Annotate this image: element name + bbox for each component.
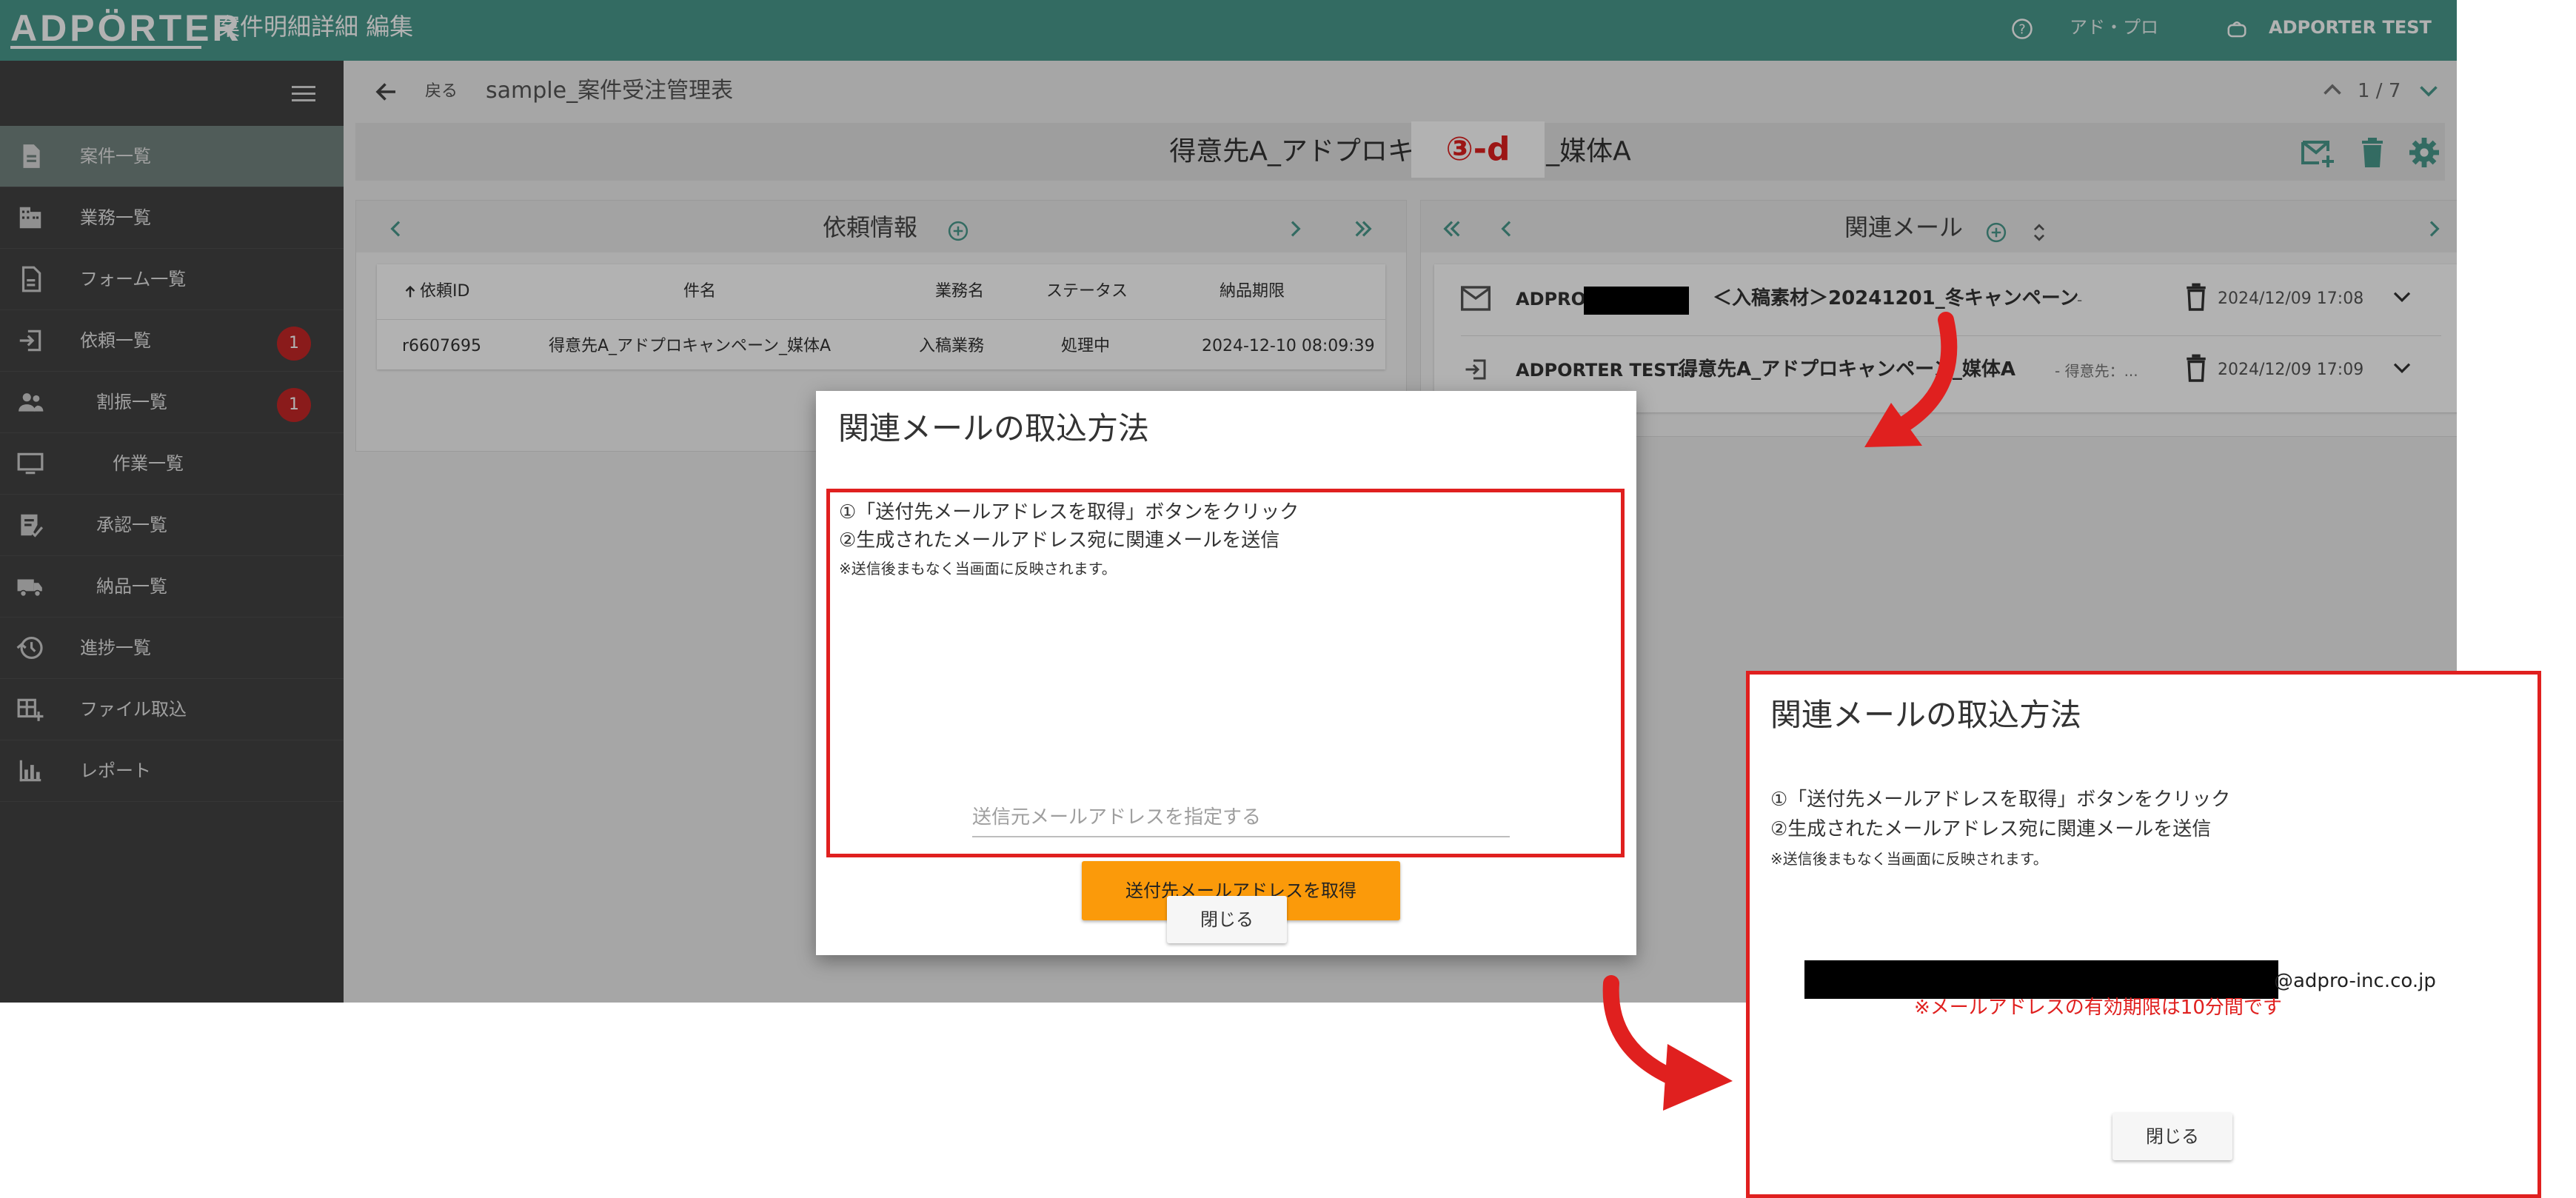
close-button[interactable]: 閉じる [2112,1113,2232,1160]
expiry-note: ※メールアドレスの有効期限は10分間です [1914,997,2282,1019]
dialog-step-2: ②生成されたメールアドレス宛に関連メールを送信 [1770,818,2212,840]
curved-arrow-icon [1602,975,1733,1111]
dialog-step-2: ②生成されたメールアドレス宛に関連メールを送信 [839,529,1280,552]
dialog-step-1: ①「送付先メールアドレスを取得」ボタンをクリック [1770,789,2231,811]
sender-email-input[interactable] [972,799,1510,837]
close-button[interactable]: 閉じる [1167,896,1287,943]
curved-arrow-icon [1864,312,1958,447]
dialog-note: ※送信後まもなく当画面に反映されます。 [839,560,1117,578]
redaction-block [1804,960,2278,999]
dialog-title: 関連メールの取込方法 [838,410,1150,446]
generated-email-domain[interactable]: @adpro-inc.co.jp [2274,968,2436,994]
dialog-step-1: ①「送付先メールアドレスを取得」ボタンをクリック [839,501,1299,523]
import-method-dialog: 関連メールの取込方法 ①「送付先メールアドレスを取得」ボタンをクリック ②生成さ… [816,391,1636,955]
dialog-note: ※送信後まもなく当画面に反映されます。 [1770,850,2048,868]
result-dialog: 関連メールの取込方法 ①「送付先メールアドレスを取得」ボタンをクリック ②生成さ… [1746,671,2541,1198]
highlight-box: ①「送付先メールアドレスを取得」ボタンをクリック ②生成されたメールアドレス宛に… [826,489,1625,920]
dialog-title: 関連メールの取込方法 [1770,697,2082,733]
